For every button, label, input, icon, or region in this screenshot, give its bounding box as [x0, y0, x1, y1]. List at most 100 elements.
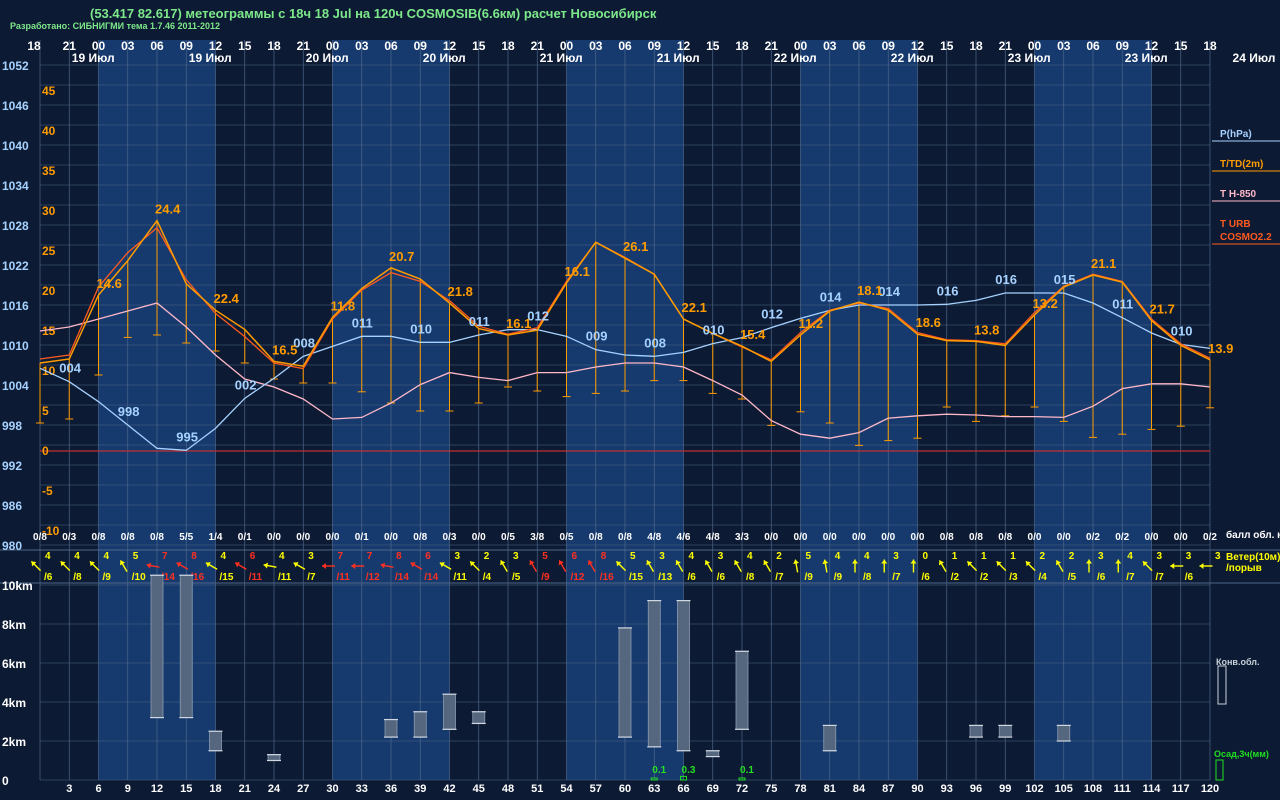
pressure-tick-label: 1034 [2, 179, 29, 193]
wind-gust-value: /7 [775, 572, 784, 583]
step-tick-label: 66 [677, 783, 689, 795]
step-tick-label: 21 [239, 783, 251, 795]
wind-speed-value: 3 [659, 551, 665, 562]
cloud-cover-value: 0/0 [1057, 532, 1071, 543]
wind-gust-value: /9 [805, 572, 814, 583]
hour-tick-label: 15 [472, 39, 486, 53]
wind-gust-value: /6 [44, 572, 53, 583]
cloud-cover-value: 0/0 [296, 532, 310, 543]
wind-speed-value: 6 [250, 551, 256, 562]
wind-gust-value: /11 [337, 572, 351, 583]
wind-gust-value: /11 [278, 572, 292, 583]
cloud-cover-value: 0/0 [764, 532, 778, 543]
wind-speed-value: 8 [191, 551, 197, 562]
step-tick-label: 27 [297, 783, 309, 795]
wind-speed-value: 3 [1215, 551, 1221, 562]
convective-cloud-bar [618, 627, 632, 738]
wind-speed-value: 0 [923, 551, 929, 562]
wind-gust-value: /3 [1009, 572, 1018, 583]
wind-speed-value: 5 [806, 551, 812, 562]
precip-value: 0.1 [652, 765, 666, 776]
step-tick-label: 48 [502, 783, 514, 795]
wind-gust-value: /16 [600, 572, 614, 583]
temperature-data-label: 24.4 [155, 202, 181, 217]
pressure-data-label: 016 [995, 272, 1017, 287]
wind-speed-value: 3 [513, 551, 519, 562]
convective-cloud-bar [735, 650, 749, 730]
cloud-cover-value: 0/5 [560, 532, 574, 543]
step-tick-label: 33 [356, 783, 368, 795]
cloud-cover-value: 0/0 [911, 532, 925, 543]
hour-tick-label: 03 [1057, 39, 1071, 53]
wind-speed-value: 2 [484, 551, 490, 562]
cloud-cover-value: 0/3 [62, 532, 76, 543]
step-tick-label: 39 [414, 783, 426, 795]
pressure-data-label: 002 [235, 377, 257, 392]
date-label: 23 Июл [1125, 51, 1168, 65]
wind-speed-value: 4 [74, 551, 80, 562]
step-tick-label: 36 [385, 783, 397, 795]
pressure-data-label: 009 [586, 329, 608, 344]
cloud-cover-value: 0/8 [618, 532, 632, 543]
pressure-data-label: 998 [118, 404, 140, 419]
wind-arrow-head [263, 562, 269, 569]
cloud-cover-value: 0/8 [969, 532, 983, 543]
precip-value: 0.3 [682, 765, 696, 776]
pressure-data-label: 010 [1171, 323, 1193, 338]
step-tick-label: 18 [209, 783, 221, 795]
wind-gust-value: /9 [834, 572, 843, 583]
wind-speed-value: 7 [338, 551, 344, 562]
step-tick-label: 78 [794, 783, 806, 795]
wind-gust-value: /6 [922, 572, 931, 583]
temperature-data-label: 11.8 [331, 298, 356, 313]
precip-value: 0.1 [740, 765, 754, 776]
hour-tick-label: 18 [501, 39, 515, 53]
step-tick-label: 12 [151, 783, 163, 795]
hour-tick-label: 06 [150, 39, 164, 53]
wind-speed-value: 3 [455, 551, 461, 562]
convective-cloud-bar [677, 600, 690, 752]
cloud-cover-value: 0/5 [501, 532, 515, 543]
step-tick-label: 9 [125, 783, 131, 795]
convective-cloud-bar [1057, 725, 1071, 742]
wind-gust-value: /2 [980, 572, 989, 583]
step-tick-label: 51 [531, 783, 543, 795]
hour-tick-label: 15 [706, 39, 720, 53]
cloud-cover-label: балл обл. ниж/общ [1226, 529, 1280, 541]
wind-gust-value: /4 [1039, 572, 1048, 583]
hour-tick-label: 18 [1203, 39, 1217, 53]
wind-gust-value: /7 [307, 572, 316, 583]
pressure-data-label: 015 [1054, 272, 1076, 287]
temperature-data-label: 21.8 [448, 284, 473, 299]
temperature-data-label: 13.8 [974, 322, 999, 337]
step-tick-label: 15 [180, 783, 192, 795]
convective-cloud-bar [443, 693, 456, 730]
date-label: 21 Июл [657, 51, 700, 65]
cloud-cover-value: 0/0 [267, 532, 281, 543]
convective-cloud-bar [384, 719, 398, 738]
legend: P(hPa)T/TD(2m)T H-850T URBCOSMO2.2Конв.о… [1212, 129, 1280, 781]
meteogram-chart: 18 21 00 03 06 09 12 15 18 21 00 03 06 09 12 15 18 21 00 03… [0, 39, 1280, 795]
cloud-cover-value: 0/8 [92, 532, 106, 543]
wind-gust-value: /11 [249, 572, 263, 583]
pressure-data-label: 010 [703, 323, 725, 338]
wind-gust-value: /12 [571, 572, 585, 583]
step-tick-label: 114 [1143, 783, 1162, 795]
pressure-tick-label: 998 [2, 419, 22, 433]
step-tick-label: 63 [648, 783, 660, 795]
wind-speed-value: 2 [776, 551, 782, 562]
height-tick-label: 0 [2, 774, 9, 788]
date-label: 24 Июл [1233, 51, 1276, 65]
cloud-cover-value: 0/8 [150, 532, 164, 543]
convective-cloud-bar [472, 711, 486, 724]
wind-gust-value: /2 [951, 572, 960, 583]
wind-speed-value: 4 [747, 551, 753, 562]
legend-entry: P(hPa) [1220, 129, 1252, 140]
date-label: 20 Июл [423, 51, 466, 65]
temperature-data-label: 26.1 [623, 239, 648, 254]
wind-gust-value: /5 [512, 572, 521, 583]
wind-speed-value: 8 [396, 551, 402, 562]
pressure-tick-label: 1046 [2, 99, 29, 113]
pressure-tick-label: 1040 [2, 139, 29, 153]
cloud-cover-value: 0/1 [238, 532, 252, 543]
